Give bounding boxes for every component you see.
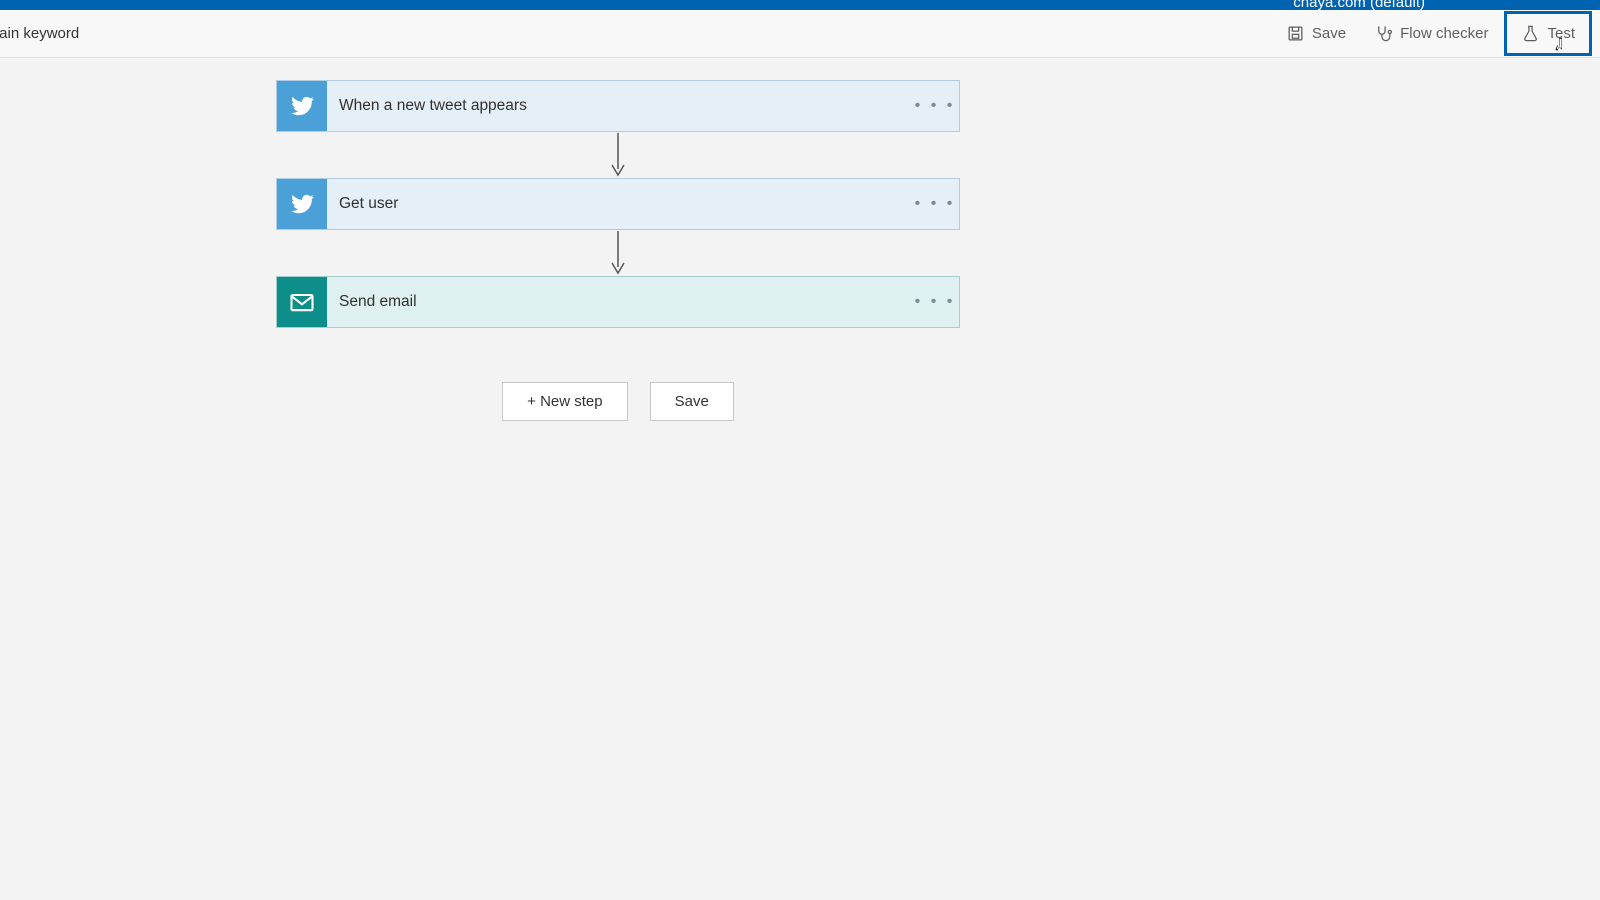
- toolbar-actions: Save Flow checker Test Test: [1274, 11, 1592, 56]
- flask-icon: [1521, 24, 1540, 43]
- test-button-highlight: Test Test: [1504, 11, 1592, 56]
- save-label: Save: [1312, 25, 1346, 42]
- flow-checker-label: Flow checker: [1400, 25, 1488, 42]
- flow-step-action-1[interactable]: Get user • • •: [276, 178, 960, 230]
- canvas-save-button[interactable]: Save: [650, 382, 734, 421]
- step-more-menu[interactable]: • • •: [911, 81, 959, 131]
- step-more-menu[interactable]: • • •: [911, 179, 959, 229]
- flow-checker-button[interactable]: Flow checker: [1362, 16, 1500, 51]
- twitter-icon: [277, 81, 327, 131]
- tenant-label[interactable]: chaya.com (default): [1293, 0, 1425, 11]
- editor-toolbar: rtain keyword Save Flow checker Te: [0, 10, 1600, 58]
- step-label: Get user: [327, 179, 911, 229]
- twitter-icon: [277, 179, 327, 229]
- test-label: Test: [1547, 25, 1575, 42]
- flow-canvas: When a new tweet appears • • • Get user …: [0, 58, 1600, 900]
- step-label: When a new tweet appears: [327, 81, 911, 131]
- new-step-button[interactable]: + New step: [502, 382, 627, 421]
- canvas-actions: + New step Save: [276, 382, 960, 421]
- save-button[interactable]: Save: [1274, 16, 1358, 51]
- flow-step-trigger[interactable]: When a new tweet appears • • •: [276, 80, 960, 132]
- flow-step-action-2[interactable]: Send email • • •: [276, 276, 960, 328]
- step-more-menu[interactable]: • • •: [911, 277, 959, 327]
- breadcrumb: rtain keyword: [0, 25, 79, 42]
- save-icon: [1286, 24, 1305, 43]
- step-label: Send email: [327, 277, 911, 327]
- mail-icon: [277, 277, 327, 327]
- flow-connector[interactable]: [276, 132, 960, 178]
- flow-container: When a new tweet appears • • • Get user …: [276, 80, 960, 328]
- stethoscope-icon: [1374, 24, 1393, 43]
- app-top-bar: chaya.com (default): [0, 0, 1600, 10]
- flow-connector[interactable]: [276, 230, 960, 276]
- test-button[interactable]: Test: [1509, 16, 1587, 51]
